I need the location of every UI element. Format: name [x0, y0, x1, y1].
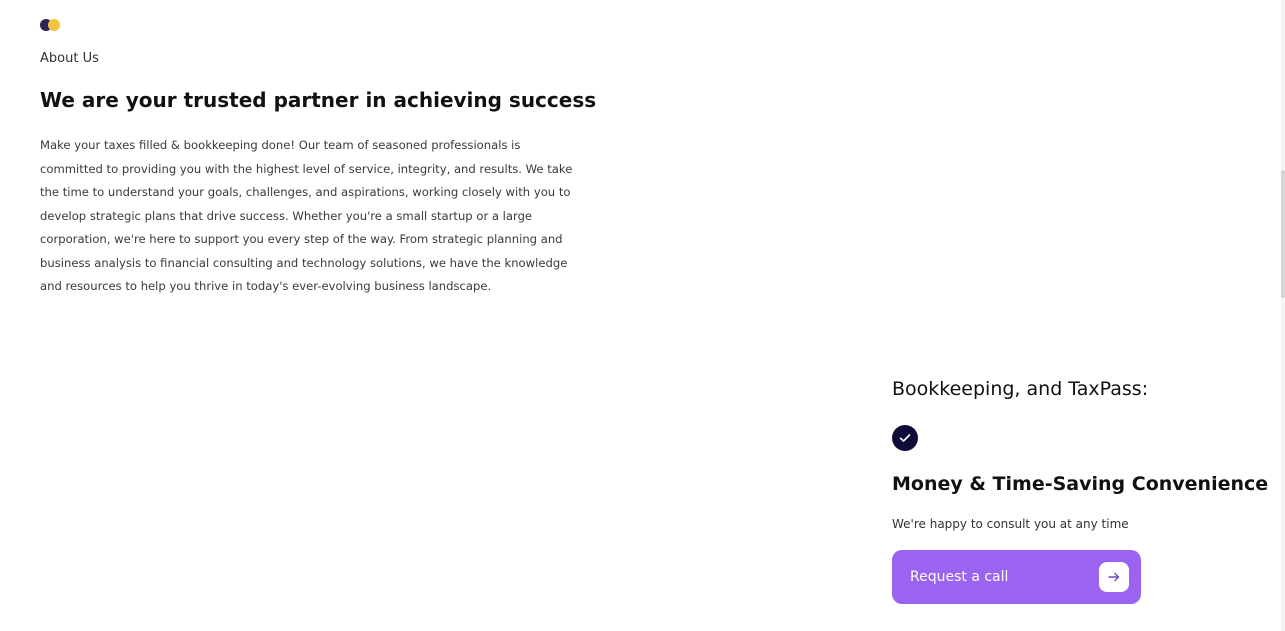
consult-text: We're happy to consult you at any time — [892, 517, 1129, 531]
logo-dot-yellow — [48, 19, 60, 31]
feature-title: Bookkeeping, and TaxPass: — [892, 378, 1149, 400]
arrow-right-icon — [1099, 562, 1129, 592]
request-call-button[interactable]: Request a call — [892, 550, 1141, 604]
brand-logo[interactable] — [40, 19, 64, 31]
feature-subtitle: Money & Time-Saving Convenience — [892, 473, 1269, 495]
page-title: We are your trusted partner in achieving… — [40, 88, 597, 112]
page: About Us We are your trusted partner in … — [0, 0, 1285, 631]
section-eyebrow: About Us — [40, 51, 99, 66]
about-description: Make your taxes filled & bookkeeping don… — [40, 138, 573, 293]
scrollbar-track[interactable] — [1281, 0, 1285, 631]
request-call-label: Request a call — [910, 569, 1009, 585]
scrollbar-thumb[interactable] — [1281, 170, 1285, 298]
check-circle-icon — [892, 425, 918, 451]
